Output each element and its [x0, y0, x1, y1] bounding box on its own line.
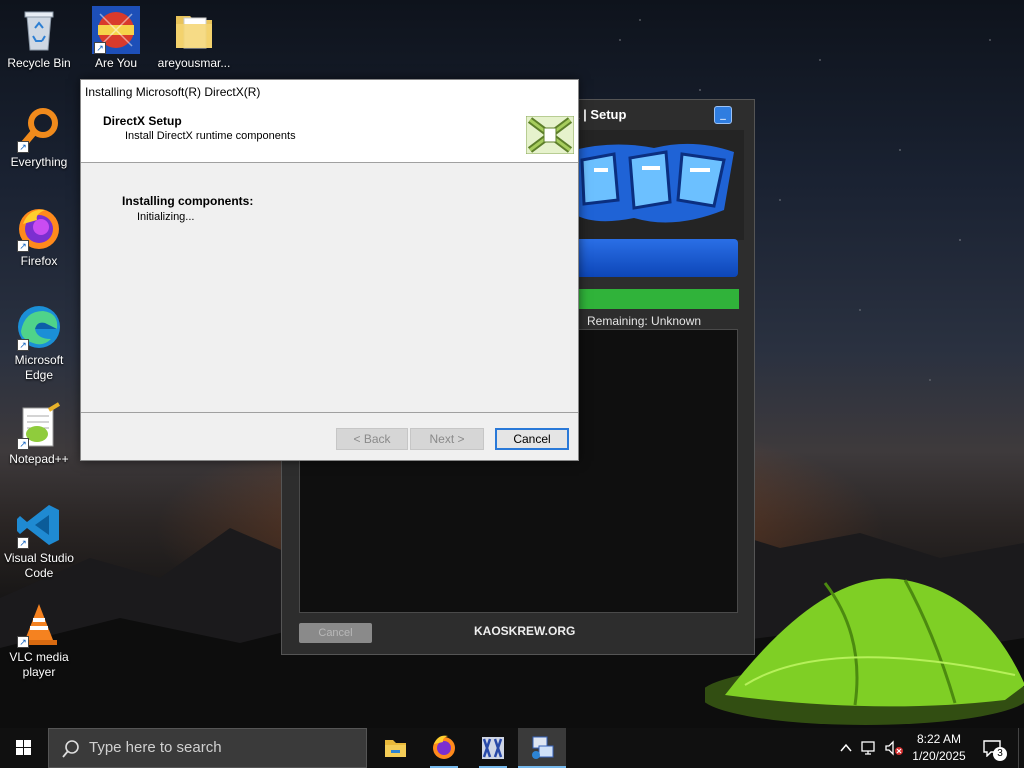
desktop-icon-edge[interactable]: ↗ Microsoft Edge [1, 303, 77, 383]
kaoskrew-site-label: KAOSKREW.ORG [474, 624, 576, 638]
show-desktop-button[interactable] [1018, 728, 1024, 768]
taskbar-kaoskrew[interactable] [469, 728, 517, 768]
desktop-icon-label: Everything [10, 155, 68, 169]
desktop-icon-areyousmar[interactable]: areyousmar... [156, 6, 232, 71]
start-button[interactable] [0, 728, 48, 768]
shortcut-arrow-icon: ↗ [17, 438, 29, 450]
are-you-smarter-icon: ↗ [92, 6, 140, 54]
shortcut-arrow-icon: ↗ [17, 240, 29, 252]
kaoskrew-icon [482, 737, 504, 759]
folder-icon [170, 6, 218, 54]
kaoskrew-progress-bar [572, 289, 739, 309]
recycle-bin-icon [15, 6, 63, 54]
desktop-icon-label: VLC media player [9, 650, 69, 679]
desktop-icon-notepadpp[interactable]: ↗ Notepad++ [1, 402, 77, 467]
desktop-icon-label: Firefox [20, 254, 58, 268]
notepadpp-icon: ↗ [15, 402, 63, 450]
shortcut-arrow-icon: ↗ [94, 42, 106, 54]
kaoskrew-graffiti-logo [574, 130, 744, 240]
dialog-header: DirectX Setup Install DirectX runtime co… [81, 104, 578, 163]
vscode-icon: ↗ [15, 501, 63, 549]
directx-logo-icon [526, 116, 574, 154]
header-title: DirectX Setup [103, 114, 182, 128]
kaoskrew-blue-banner [572, 239, 738, 277]
shortcut-arrow-icon: ↗ [17, 339, 29, 351]
firefox-icon: ↗ [15, 204, 63, 252]
desktop-icon-label: Microsoft Edge [14, 353, 64, 382]
desktop-icon-vlc[interactable]: ↗ VLC media player [1, 600, 77, 680]
action-center-button[interactable]: 3 [978, 728, 1008, 768]
volume-muted-icon[interactable] [884, 740, 904, 756]
desktop-icon-firefox[interactable]: ↗ Firefox [1, 204, 77, 269]
status-heading: Installing components: [122, 194, 254, 208]
search-icon [62, 740, 79, 758]
taskbar: Type here to search 8:22 AM 1/20/2025 3 [0, 728, 1024, 768]
directx-setup-dialog[interactable]: Installing Microsoft(R) DirectX(R) Direc… [80, 79, 579, 461]
minimize-button[interactable]: _ [714, 106, 732, 124]
desktop-icon-are-you[interactable]: ↗ Are You [78, 6, 154, 71]
desktop: Recycle Bin ↗ Are You areyousmar... ↗ Ev… [0, 0, 1024, 728]
chevron-up-icon[interactable] [838, 740, 854, 756]
cancel-button[interactable]: Cancel [495, 428, 569, 450]
kaoskrew-cancel-button[interactable]: Cancel [299, 623, 372, 643]
dialog-title-bar[interactable]: Installing Microsoft(R) DirectX(R) [81, 80, 578, 104]
everything-search-icon: ↗ [15, 105, 63, 153]
status-text: Initializing... [137, 211, 195, 223]
desktop-icon-label: Notepad++ [9, 452, 69, 466]
desktop-icon-label: Recycle Bin [7, 56, 71, 70]
desktop-icon-label: Visual Studio Code [4, 551, 74, 580]
desktop-icon-label: areyousmar... [157, 56, 231, 70]
clock-date: 1/20/2025 [912, 749, 966, 763]
setup-icon [532, 736, 554, 759]
network-icon[interactable] [860, 740, 878, 756]
taskbar-setup[interactable] [518, 728, 566, 768]
taskbar-search-box[interactable]: Type here to search [48, 728, 367, 768]
desktop-icon-everything[interactable]: ↗ Everything [1, 105, 77, 170]
search-placeholder: Type here to search [89, 739, 222, 756]
desktop-icon-recycle-bin[interactable]: Recycle Bin [1, 6, 77, 71]
taskbar-clock[interactable]: 8:22 AM 1/20/2025 [906, 731, 972, 765]
windows-logo-icon [16, 740, 31, 755]
footer-divider [81, 412, 578, 413]
file-explorer-icon [385, 740, 406, 757]
taskbar-file-explorer[interactable] [371, 728, 419, 768]
clock-time: 8:22 AM [916, 732, 962, 746]
remaining-time-text: Remaining: Unknown [587, 314, 702, 328]
desktop-icon-label: Are You [94, 56, 138, 70]
edge-icon: ↗ [15, 303, 63, 351]
firefox-icon [433, 735, 455, 759]
back-button[interactable]: < Back [336, 428, 408, 450]
shortcut-arrow-icon: ↗ [17, 636, 29, 648]
desktop-icon-vscode[interactable]: ↗ Visual Studio Code [1, 501, 77, 581]
notification-count-badge: 3 [993, 747, 1007, 761]
system-tray [836, 728, 904, 768]
next-button[interactable]: Next > [410, 428, 484, 450]
taskbar-firefox[interactable] [420, 728, 468, 768]
vlc-icon: ↗ [15, 600, 63, 648]
header-subtitle: Install DirectX runtime components [125, 130, 296, 142]
shortcut-arrow-icon: ↗ [17, 141, 29, 153]
shortcut-arrow-icon: ↗ [17, 537, 29, 549]
